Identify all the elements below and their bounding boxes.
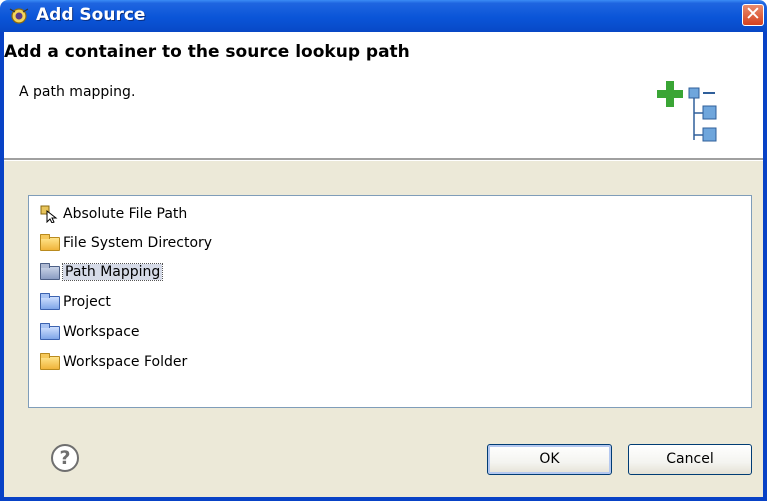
window-frame-bottom bbox=[0, 497, 767, 501]
add-container-icon bbox=[657, 81, 717, 142]
ok-button[interactable]: OK bbox=[487, 444, 612, 475]
list-item-label: File System Directory bbox=[63, 235, 213, 251]
list-item-absolute-file-path[interactable]: Absolute File Path bbox=[39, 202, 187, 226]
list-item-workspace[interactable]: Workspace bbox=[39, 320, 140, 344]
list-item-label: Workspace Folder bbox=[63, 354, 188, 370]
path-mapping-icon bbox=[39, 263, 60, 281]
close-icon: ✕ bbox=[745, 3, 761, 25]
close-button[interactable]: ✕ bbox=[742, 3, 764, 26]
container-type-list[interactable]: Absolute File Path File System Directory… bbox=[28, 195, 752, 408]
file-path-icon bbox=[39, 205, 59, 224]
list-item-label: Project bbox=[63, 294, 111, 310]
folder-icon bbox=[39, 234, 60, 252]
help-icon: ? bbox=[59, 447, 71, 469]
project-folder-icon bbox=[39, 293, 60, 311]
list-item-project[interactable]: Project bbox=[39, 290, 111, 314]
list-item-label: Workspace bbox=[63, 324, 140, 340]
eclipse-app-icon bbox=[9, 8, 29, 24]
header-description: A path mapping. bbox=[19, 84, 136, 100]
window-frame-right bbox=[763, 32, 767, 501]
list-item-label: Absolute File Path bbox=[63, 206, 188, 222]
list-item-path-mapping[interactable]: Path Mapping bbox=[39, 260, 164, 284]
title-bar[interactable]: Add Source ✕ bbox=[0, 0, 767, 32]
header-title: Add a container to the source lookup pat… bbox=[4, 42, 410, 62]
list-item-file-system-directory[interactable]: File System Directory bbox=[39, 231, 212, 255]
list-item-workspace-folder[interactable]: Workspace Folder bbox=[39, 350, 187, 374]
list-item-label: Path Mapping bbox=[61, 263, 164, 281]
help-button[interactable]: ? bbox=[51, 444, 79, 472]
workspace-folder-icon bbox=[39, 323, 60, 341]
folder-icon bbox=[39, 353, 60, 371]
cancel-button[interactable]: Cancel bbox=[628, 444, 752, 475]
window-title: Add Source bbox=[36, 5, 146, 25]
